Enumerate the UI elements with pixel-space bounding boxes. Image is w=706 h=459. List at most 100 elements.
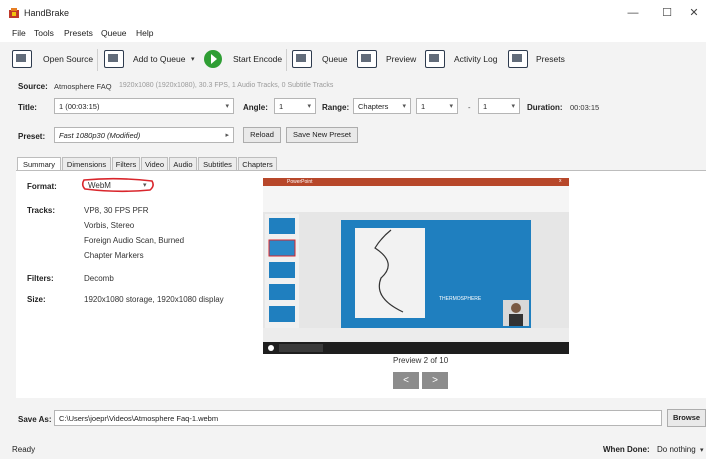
format-select[interactable]: WebM ▾ [80,177,156,193]
chevron-down-icon: ▾ [307,103,311,110]
title-label: Title: [18,103,37,112]
film-strip-icon [12,50,32,68]
title-select[interactable]: 1 (00:03:15) ▾ [54,98,234,114]
angle-select[interactable]: 1 ▾ [274,98,316,114]
previous-preview-button[interactable]: < [393,372,419,389]
preview-icon [357,50,377,68]
chevron-down-icon: ▾ [225,103,229,110]
tab-subtitles[interactable]: Subtitles [198,157,237,171]
toolbar-separator [97,49,98,71]
add-to-queue-label: Add to Queue [133,54,186,64]
preview-label: Preview [386,54,417,64]
ppt-window-tab: PowerPoint [287,179,313,185]
chevron-right-icon: ▸ [225,132,229,139]
track-item: Vorbis, Stereo [84,221,135,230]
menu-bar: File Tools Presets Queue Help [0,26,706,42]
format-value: WebM [88,181,111,190]
save-as-label: Save As: [18,415,52,424]
when-done-label: When Done: [603,445,650,454]
menu-queue[interactable]: Queue [101,28,127,38]
menu-help[interactable]: Help [136,28,153,38]
angle-select-value: 1 [279,102,284,111]
title-select-value: 1 (00:03:15) [59,102,100,111]
open-source-button[interactable]: Open Source [10,42,94,76]
range-type-value: Chapters [358,102,389,111]
chevron-down-icon: ▾ [449,103,453,110]
angle-label: Angle: [243,103,268,112]
chevron-down-icon: ▾ [402,103,406,110]
size-label: Size: [27,295,46,304]
preset-selector-value: Fast 1080p30 (Modified) [59,131,141,140]
open-source-label: Open Source [43,54,94,64]
tab-chapters[interactable]: Chapters [238,157,277,171]
track-item: VP8, 30 FPS PFR [84,206,149,215]
menu-file[interactable]: File [12,28,26,38]
toolbar-separator [286,49,287,71]
status-text: Ready [12,445,36,454]
range-end-value: 1 [483,102,488,111]
preview-caption: Preview 2 of 10 [393,356,449,365]
range-separator: - [468,103,471,112]
tab-dimensions[interactable]: Dimensions [62,157,111,171]
chevron-down-icon[interactable]: ▾ [191,55,195,63]
format-label: Format: [27,182,57,191]
chevron-down-icon: ▾ [700,447,704,454]
menu-tools[interactable]: Tools [34,28,54,38]
activity-log-icon [425,50,445,68]
start-encode-label: Start Encode [233,54,283,64]
range-label: Range: [322,103,350,112]
tracks-label: Tracks: [27,206,56,215]
track-item: Chapter Markers [84,251,144,260]
title-bar: HandBrake — ☐ ✕ [0,0,706,26]
save-new-preset-button[interactable]: Save New Preset [286,127,358,143]
range-start-select[interactable]: 1 ▾ [416,98,458,114]
range-type-select[interactable]: Chapters ▾ [353,98,411,114]
reload-button[interactable]: Reload [243,127,281,143]
menu-presets[interactable]: Presets [64,28,93,38]
chevron-down-icon: ▾ [511,103,515,110]
add-queue-icon [104,50,124,68]
add-to-queue-button[interactable]: Add to Queue ▾ [102,42,198,76]
minimize-button[interactable]: — [618,3,648,23]
start-encode-button[interactable]: Start Encode [200,42,284,76]
presets-button[interactable]: Presets [506,42,568,76]
queue-button[interactable]: Queue [290,42,352,76]
play-icon [204,50,222,68]
track-item: Foreign Audio Scan, Burned [84,236,185,245]
queue-label: Queue [322,54,348,64]
preset-selector[interactable]: Fast 1080p30 (Modified) ▸ [54,127,234,143]
activity-log-label: Activity Log [454,54,498,64]
source-label: Source: [18,82,48,91]
source-details: 1920x1080 (1920x1080), 30.3 FPS, 1 Audio… [119,82,334,89]
save-as-path-value: C:\Users\joepr\Videos\Atmosphere Faq-1.w… [59,414,219,423]
window-title: HandBrake [24,8,70,18]
filters-label: Filters: [27,274,54,283]
preview-frame-drawing [263,178,569,354]
next-preview-button[interactable]: > [422,372,448,389]
when-done-select[interactable]: Do nothing ▾ [657,444,706,456]
tab-filters[interactable]: Filters [112,157,140,171]
queue-icon [292,50,312,68]
preview-button[interactable]: Preview [355,42,419,76]
save-as-path-input[interactable]: C:\Users\joepr\Videos\Atmosphere Faq-1.w… [54,410,662,426]
duration-label: Duration: [527,103,563,112]
chevron-down-icon: ▾ [143,182,147,189]
maximize-button[interactable]: ☐ [652,3,682,23]
browse-button[interactable]: Browse [667,409,706,427]
ppt-close-icon: x [559,178,562,184]
tab-video[interactable]: Video [141,157,168,171]
presets-label: Presets [536,54,565,64]
close-button[interactable]: ✕ [682,3,706,23]
filters-value: Decomb [84,274,114,283]
presets-icon [508,50,528,68]
status-bar: Ready When Done: Do nothing ▾ [0,440,706,459]
tab-audio[interactable]: Audio [169,157,197,171]
source-name: Atmosphere FAQ [54,82,112,91]
handbrake-logo-icon [8,7,20,19]
range-end-select[interactable]: 1 ▾ [478,98,520,114]
when-done-value: Do nothing [657,445,696,454]
preset-label: Preset: [18,132,46,141]
preview-image: PowerPoint x THERMOSPHERE [263,178,569,354]
activity-log-button[interactable]: Activity Log [423,42,501,76]
duration-value: 00:03:15 [570,103,600,112]
